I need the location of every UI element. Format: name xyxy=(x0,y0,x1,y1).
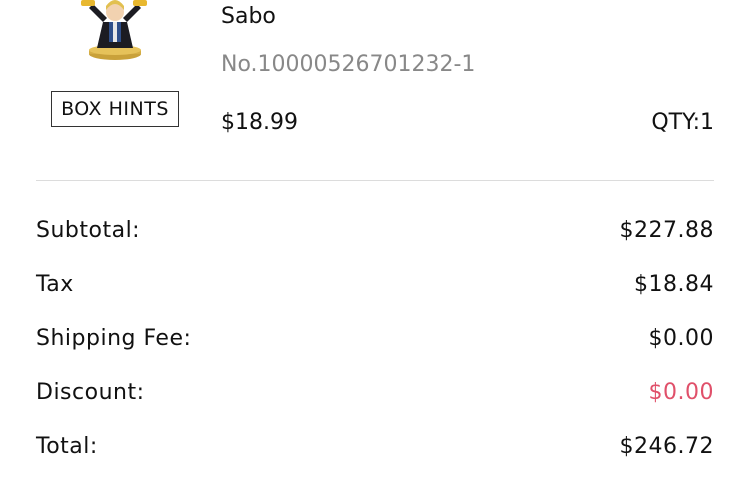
shipping-fee-value: $0.00 xyxy=(648,326,714,351)
shipping-fee-label: Shipping Fee: xyxy=(36,326,192,351)
product-name: Sabo xyxy=(221,4,276,29)
shipping-fee-row: Shipping Fee: $0.00 xyxy=(36,322,714,376)
product-price: $18.99 xyxy=(221,110,298,135)
total-label: Total: xyxy=(36,434,98,459)
product-number: No.10000526701232-1 xyxy=(221,52,476,77)
order-summary: Subtotal: $227.88 Tax $18.84 Shipping Fe… xyxy=(36,214,714,477)
product-quantity: QTY:1 xyxy=(651,110,714,135)
discount-label: Discount: xyxy=(36,380,145,405)
tax-label: Tax xyxy=(36,272,74,297)
subtotal-row: Subtotal: $227.88 xyxy=(36,214,714,268)
divider xyxy=(36,180,714,181)
discount-value: $0.00 xyxy=(648,380,714,405)
subtotal-label: Subtotal: xyxy=(36,218,141,243)
subtotal-value: $227.88 xyxy=(619,218,714,243)
box-hints-button[interactable]: BOX HINTS xyxy=(51,91,179,127)
tax-value: $18.84 xyxy=(634,272,714,297)
tax-row: Tax $18.84 xyxy=(36,268,714,322)
total-value: $246.72 xyxy=(619,434,714,459)
figure-thumbnail-icon[interactable] xyxy=(75,0,157,62)
total-row: Total: $246.72 xyxy=(36,430,714,477)
order-detail-page: BOX HINTS Sabo No.10000526701232-1 $18.9… xyxy=(0,0,750,477)
discount-row: Discount: $0.00 xyxy=(36,376,714,430)
